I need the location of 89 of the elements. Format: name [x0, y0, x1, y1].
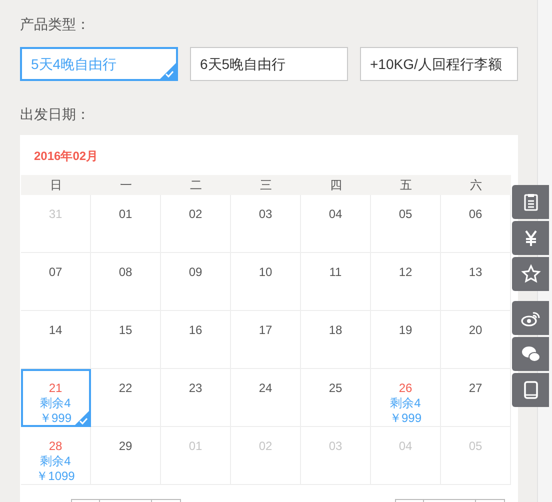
option-button[interactable]: +10KG/人回程行李额 — [360, 47, 518, 81]
section-label: 出发日期： — [20, 105, 91, 124]
day-number: 28 — [48, 439, 62, 453]
calendar-cell[interactable]: 19 — [371, 311, 441, 369]
calendar-cell[interactable]: 17 — [231, 311, 301, 369]
day-number: 11 — [329, 265, 342, 279]
calendar-cell[interactable]: 09 — [161, 253, 231, 311]
calendar-cell[interactable]: 04 — [301, 195, 371, 253]
weekday-header: 日 — [21, 175, 91, 195]
remaining-count: 剩余4 — [40, 454, 71, 469]
calendar-cell[interactable]: 27 — [441, 369, 511, 427]
day-number: 02 — [258, 439, 272, 453]
calendar-cell[interactable]: 07 — [21, 253, 91, 311]
calendar-cell[interactable]: 25 — [301, 369, 371, 427]
day-number: 13 — [468, 265, 482, 279]
day-number: 18 — [328, 323, 342, 337]
remaining-count: 剩余4 — [40, 396, 71, 411]
weekday-header: 六 — [441, 175, 511, 195]
day-number: 07 — [48, 265, 62, 279]
calendar-cell[interactable]: 08 — [91, 253, 161, 311]
toolbar-button[interactable] — [512, 337, 549, 371]
day-number: 05 — [398, 207, 412, 221]
day-number: 14 — [48, 323, 62, 337]
calendar-cell[interactable]: 10 — [231, 253, 301, 311]
calendar-cell[interactable]: 01 — [91, 195, 161, 253]
day-number: 31 — [48, 207, 62, 221]
day-number: 04 — [398, 439, 412, 453]
day-number: 15 — [118, 323, 132, 337]
toolbar-button[interactable] — [512, 185, 549, 219]
calendar-cell[interactable]: 20 — [441, 311, 511, 369]
day-number: 03 — [328, 439, 342, 453]
section-label: 产品类型： — [20, 15, 91, 34]
option-button[interactable]: 6天5晚自由行 — [190, 47, 348, 81]
day-number: 02 — [188, 207, 202, 221]
toolbar-button[interactable] — [512, 221, 549, 255]
day-number: 01 — [118, 207, 132, 221]
calendar-cell[interactable]: 03 — [231, 195, 301, 253]
price: ￥999 — [39, 411, 72, 426]
check-icon — [74, 410, 90, 426]
day-number: 23 — [188, 381, 202, 395]
day-number: 09 — [188, 265, 202, 279]
day-number: 03 — [258, 207, 272, 221]
calendar-cell[interactable]: 12 — [371, 253, 441, 311]
toolbar-button[interactable] — [512, 301, 549, 335]
star-icon — [520, 264, 540, 284]
calendar-cell[interactable]: 15 — [91, 311, 161, 369]
calendar-cell[interactable]: 22 — [91, 369, 161, 427]
remaining-count: 剩余4 — [390, 396, 421, 411]
calendar-cell[interactable]: 18 — [301, 311, 371, 369]
weekday-header: 五 — [371, 175, 441, 195]
day-number: 16 — [188, 323, 202, 337]
day-number: 17 — [258, 323, 272, 337]
day-number: 26 — [398, 381, 412, 395]
month-title: 2016年02月 — [33, 148, 100, 165]
calendar-cell[interactable]: 16 — [161, 311, 231, 369]
price: ￥999 — [389, 411, 422, 426]
day-number: 01 — [188, 439, 202, 453]
day-number: 22 — [118, 381, 132, 395]
calendar-cell[interactable]: 24 — [231, 369, 301, 427]
calendar-cell[interactable]: 13 — [441, 253, 511, 311]
price: ￥1099 — [36, 469, 75, 484]
day-number: 05 — [468, 439, 482, 453]
calendar-cell[interactable]: 29 — [91, 427, 161, 485]
day-number: 20 — [468, 323, 482, 337]
day-number: 06 — [468, 207, 482, 221]
calendar-cell[interactable]: 02 — [161, 195, 231, 253]
day-number: 25 — [328, 381, 342, 395]
weekday-header: 四 — [301, 175, 371, 195]
weekday-header: 二 — [161, 175, 231, 195]
day-number: 12 — [398, 265, 412, 279]
day-number: 27 — [468, 381, 482, 395]
day-number: 21 — [48, 381, 62, 395]
toolbar-button[interactable] — [512, 257, 549, 291]
day-number: 19 — [398, 323, 412, 337]
day-number: 04 — [328, 207, 342, 221]
calendar-cell[interactable]: 06 — [441, 195, 511, 253]
toolbar-button[interactable] — [512, 373, 549, 407]
calendar-cell[interactable]: 23 — [161, 369, 231, 427]
check-icon — [160, 63, 176, 79]
day-number: 24 — [258, 381, 272, 395]
weekday-header: 三 — [231, 175, 301, 195]
weekday-header: 一 — [91, 175, 161, 195]
calendar-cell[interactable]: 14 — [21, 311, 91, 369]
day-number: 29 — [118, 439, 132, 453]
calendar-cell[interactable]: 11 — [301, 253, 371, 311]
day-number: 10 — [258, 265, 272, 279]
day-number: 08 — [118, 265, 132, 279]
chat-icon — [520, 344, 540, 364]
calendar-cell[interactable]: 05 — [371, 195, 441, 253]
